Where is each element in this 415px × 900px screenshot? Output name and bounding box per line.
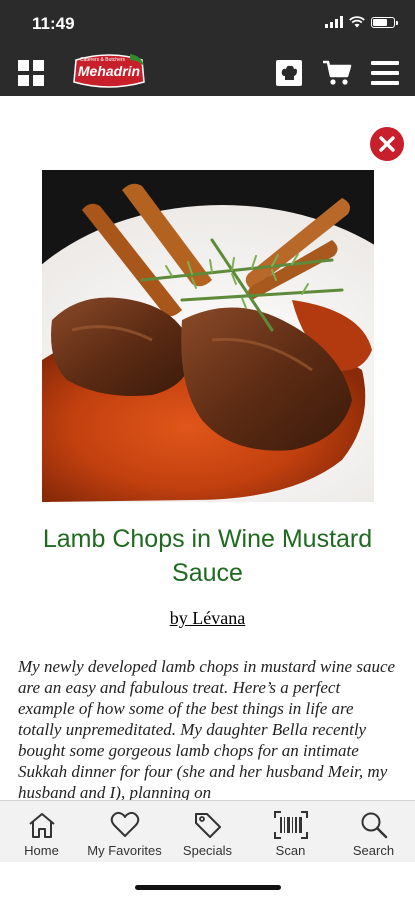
- logo[interactable]: Caterers & Butchers Mehadrin: [72, 52, 146, 92]
- grid-icon[interactable]: [16, 58, 46, 88]
- tab-label: Specials: [182, 843, 233, 858]
- tab-bar: Home My Favorites Specials Scan Search: [0, 800, 415, 863]
- status-time: 11:49: [32, 14, 75, 33]
- tab-label: Home: [24, 843, 59, 858]
- recipe-author-link[interactable]: by Lévana: [0, 608, 415, 629]
- recipe-description-container: My newly developed lamb chops in mustard…: [18, 656, 398, 800]
- close-button[interactable]: [370, 127, 404, 161]
- hamburger-menu-icon[interactable]: [370, 58, 400, 88]
- wifi-icon: [349, 16, 365, 28]
- bottom-safe-area: [0, 862, 415, 900]
- battery-fill: [373, 18, 387, 26]
- cart-icon[interactable]: [322, 58, 352, 88]
- status-bar: 11:49: [0, 0, 415, 48]
- tab-my-favorites[interactable]: My Favorites: [83, 801, 166, 863]
- tab-search[interactable]: Search: [332, 801, 415, 863]
- tab-specials[interactable]: Specials: [166, 801, 249, 863]
- tab-label: Scan: [275, 843, 306, 858]
- battery-icon: [371, 16, 398, 28]
- home-indicator: [135, 885, 281, 890]
- tab-home[interactable]: Home: [0, 801, 83, 863]
- chef-hat-icon[interactable]: [274, 58, 304, 88]
- recipe-title: Lamb Chops in Wine Mustard Sauce: [42, 525, 373, 587]
- home-icon: [28, 813, 55, 838]
- tab-label: My Favorites: [87, 843, 162, 858]
- search-icon: [361, 812, 387, 839]
- recipe-image: [42, 170, 374, 502]
- tag-icon: [194, 813, 221, 838]
- signal-icon: [325, 16, 343, 28]
- app-header: Caterers & Butchers Mehadrin: [0, 48, 415, 96]
- logo-text: Mehadrin: [77, 63, 141, 79]
- barcode-icon: [273, 811, 308, 839]
- recipe-description: My newly developed lamb chops in mustard…: [18, 657, 396, 800]
- status-icons: [325, 16, 398, 28]
- heart-icon: [110, 811, 139, 837]
- tab-scan[interactable]: Scan: [249, 801, 332, 863]
- tab-label: Search: [352, 843, 395, 858]
- close-icon: [379, 136, 395, 152]
